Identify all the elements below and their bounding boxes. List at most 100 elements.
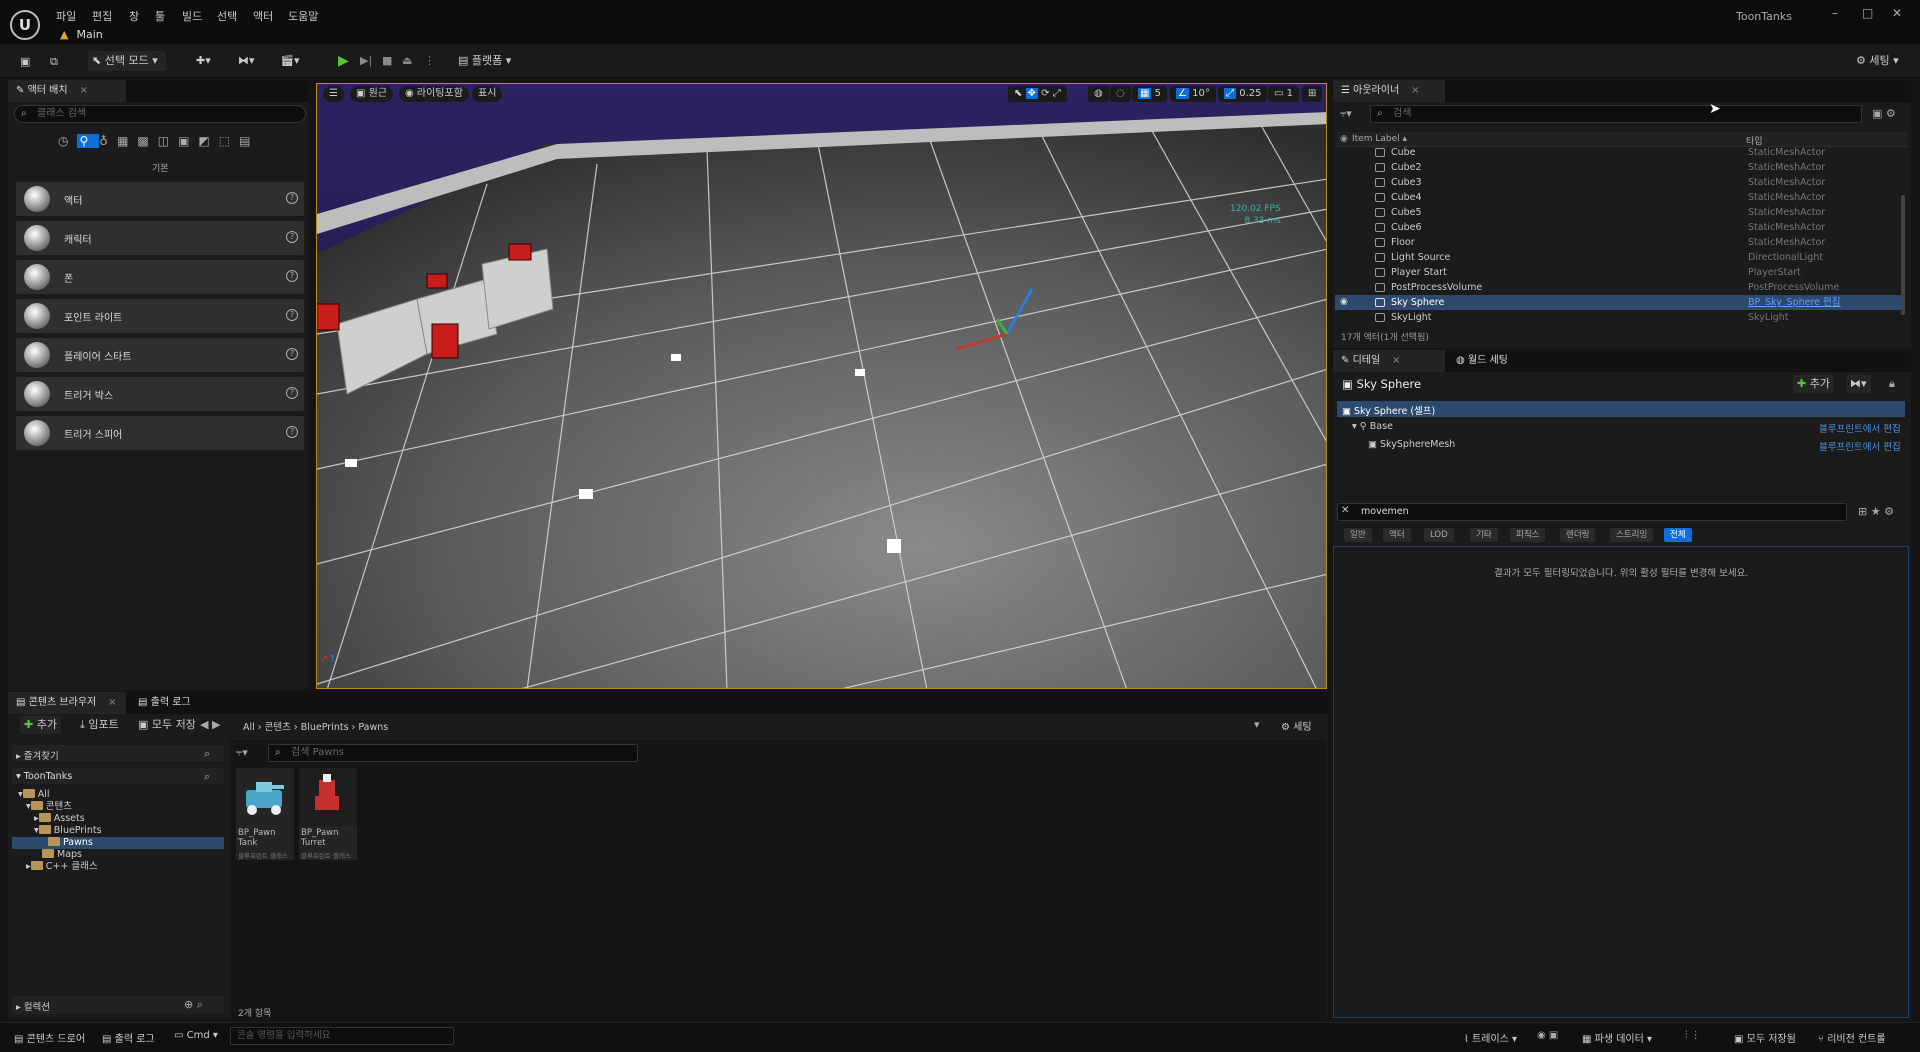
filter-all[interactable]: 전체	[1664, 528, 1692, 542]
details-view-options[interactable]: ⊞ ★ ⚙	[1858, 505, 1894, 518]
add-component-button[interactable]: ✚ 추가	[1793, 375, 1834, 393]
place-item-pawn[interactable]: 폰?	[16, 260, 304, 294]
tree-item-assets[interactable]: ▸ Assets	[34, 813, 85, 825]
edit-in-blueprint-link[interactable]: 블루프린트에서 편집	[1819, 421, 1901, 435]
search-icon[interactable]: ⌕	[204, 747, 210, 761]
class-search-input[interactable]: ⌕ 클래스 검색	[14, 105, 306, 123]
add-folder-icon[interactable]: ▣ ⚙	[1872, 107, 1896, 120]
all-saved-button[interactable]: ▣ 모두 저장됨	[1734, 1030, 1796, 1045]
step-icon[interactable]: ▶|	[356, 51, 376, 71]
filter-rendering[interactable]: 렌더링	[1560, 528, 1596, 542]
tree-item-all[interactable]: ▾ All	[18, 789, 50, 801]
outliner-row[interactable]: PostProcessVolume PostProcessVolume	[1335, 280, 1901, 295]
play-options-icon[interactable]: ⋮	[420, 51, 439, 71]
search-icon[interactable]: ⌕	[204, 770, 210, 784]
visibility-icon[interactable]: ◉	[1340, 295, 1348, 310]
cb-settings-button[interactable]: ⚙ 세팅	[1281, 718, 1312, 733]
project-label[interactable]: ▾ ToonTanks	[16, 771, 72, 782]
help-icon[interactable]: ?	[286, 426, 298, 438]
menu-window[interactable]: 창	[129, 8, 139, 24]
outliner-row[interactable]: Cube StaticMeshActor	[1335, 145, 1901, 160]
add-actor-icon[interactable]: ✚▾	[192, 51, 215, 71]
help-icon[interactable]: ?	[286, 348, 298, 360]
save-all-button[interactable]: ▣ 모두 저장	[134, 716, 200, 734]
lock-icon[interactable]: 🔒︎	[1889, 377, 1895, 391]
breadcrumb-content[interactable]: 콘텐츠	[265, 722, 291, 733]
transform-tools[interactable]: ⬉ ✥ ⟳ ⤢	[1008, 86, 1067, 102]
edit-blueprint-link[interactable]: BP_Sky_Sphere 편집	[1748, 295, 1841, 310]
filter-icon[interactable]: ⫧▾	[1340, 107, 1352, 121]
tab-place-actors[interactable]: ✎ 액터 배치 ×	[8, 80, 126, 102]
camera-speed[interactable]: ▭ 1	[1268, 86, 1300, 102]
content-drawer-button[interactable]: ▤ 콘텐츠 드로어	[14, 1030, 85, 1045]
help-icon[interactable]: ?	[286, 309, 298, 321]
root-component[interactable]: ▣ Sky Sphere (셀프)	[1342, 403, 1435, 417]
filter-general[interactable]: 일반	[1344, 528, 1372, 542]
component-sky-sphere-mesh[interactable]: ▣ SkySphereMesh	[1368, 439, 1455, 450]
history-nav-icons[interactable]: ◀ ▶	[200, 718, 220, 731]
output-log-button[interactable]: ▤ 출력 로그	[102, 1030, 155, 1045]
revision-control-button[interactable]: ⑂ 리비전 컨트롤	[1818, 1030, 1886, 1045]
tab-content-browser[interactable]: ▤ 콘텐츠 브라우저 ×	[8, 692, 126, 714]
outliner-search-input[interactable]: ⌕ 검색	[1370, 105, 1862, 123]
derived-data-button[interactable]: ▦ 파생 데이터 ▾	[1582, 1030, 1652, 1045]
cinematics-icon[interactable]: 🎬︎▾	[276, 51, 304, 71]
help-icon[interactable]: ?	[286, 387, 298, 399]
breadcrumb-blueprints[interactable]: BluePrints	[301, 722, 349, 733]
outliner-row[interactable]: Player Start PlayerStart	[1335, 265, 1901, 280]
blueprint-icon[interactable]: ⧓▾	[234, 51, 259, 71]
source-control-icons[interactable]: ⫶ ⋮	[1685, 1030, 1701, 1041]
play-icon[interactable]: ▶	[334, 51, 353, 71]
menu-tools[interactable]: 툴	[155, 8, 165, 24]
filter-streaming[interactable]: 스트리밍	[1610, 528, 1654, 542]
tab-world-settings[interactable]: ◍ 월드 세팅	[1448, 350, 1516, 372]
outliner-row[interactable]: Cube2 StaticMeshActor	[1335, 160, 1901, 175]
category-icons[interactable]: ◷ ⚲ ♁▦▩◫▣◩⬚▤	[58, 134, 259, 148]
tree-item-cpp-classes[interactable]: ▸ C++ 클래스	[26, 861, 98, 873]
asset-tile-bp-pawn-tank[interactable]: BP_Pawn Tank 블루프린트 클래스	[236, 768, 294, 860]
menu-actor[interactable]: 액터	[253, 8, 273, 24]
place-item-trigger-box[interactable]: 트리거 박스?	[16, 377, 304, 411]
collections-label[interactable]: ▸ 컬렉션	[16, 999, 50, 1013]
outliner-row[interactable]: Cube6 StaticMeshActor	[1335, 220, 1901, 235]
platforms-dropdown[interactable]: ▤ 플랫폼 ▾	[454, 51, 515, 71]
add-button[interactable]: ✚ 추가	[20, 716, 61, 734]
close-tab-icon[interactable]: ×	[1411, 85, 1419, 96]
menu-select[interactable]: 선택	[217, 8, 237, 24]
map-tab[interactable]: ▲ Main	[60, 28, 103, 41]
browse-icon[interactable]: ⧉	[46, 52, 62, 72]
tree-item-maps[interactable]: Maps	[42, 849, 82, 861]
tree-item-content[interactable]: ▾ 콘텐츠	[26, 801, 72, 813]
menu-edit[interactable]: 편집	[92, 8, 112, 24]
asset-tile-bp-pawn-turret[interactable]: BP_Pawn Turret 블루프린트 클래스	[299, 768, 357, 860]
viewport-layout-icon[interactable]: ⊞	[1302, 86, 1323, 102]
outliner-row[interactable]: Cube3 StaticMeshActor	[1335, 175, 1901, 190]
path-dropdown-icon[interactable]: ▾	[1254, 718, 1260, 731]
close-tab-icon[interactable]: ×	[108, 697, 116, 708]
menu-file[interactable]: 파일	[56, 8, 76, 24]
help-icon[interactable]: ?	[286, 231, 298, 243]
outliner-row[interactable]: SkyLight SkyLight	[1335, 310, 1901, 325]
world-space-icon[interactable]: ◍	[1088, 86, 1109, 102]
tab-output-log[interactable]: ▤ 출력 로그	[130, 692, 199, 714]
close-tab-icon[interactable]: ×	[1392, 355, 1400, 366]
grid-snap[interactable]: ▦ 5	[1132, 86, 1168, 102]
show-button[interactable]: 표시	[472, 86, 503, 102]
record-icons[interactable]: ◉ ▣	[1537, 1030, 1558, 1041]
outliner-row[interactable]: Light Source DirectionalLight	[1335, 250, 1901, 265]
viewport-menu-button[interactable]: ☰	[323, 86, 344, 102]
place-item-actor[interactable]: 액터?	[16, 182, 304, 216]
edit-in-blueprint-link[interactable]: 블루프린트에서 편집	[1819, 439, 1901, 453]
perspective-button[interactable]: ▣ 원근	[350, 86, 394, 102]
scale-snap[interactable]: ⤢ 0.25	[1218, 86, 1268, 102]
tab-details[interactable]: ✎ 디테일 ×	[1333, 350, 1445, 372]
filter-lod[interactable]: LOD	[1424, 528, 1454, 542]
surface-snap-icon[interactable]: ◌	[1110, 86, 1131, 102]
move-icon[interactable]: ✥	[1025, 88, 1038, 99]
settings-button[interactable]: ⚙ 세팅 ▾	[1852, 51, 1903, 71]
level-viewport[interactable]	[316, 83, 1327, 689]
close-tab-icon[interactable]: ×	[80, 85, 88, 96]
outliner-row-selected[interactable]: ◉ Sky Sphere BP_Sky_Sphere 편집	[1335, 295, 1901, 310]
tree-item-pawns[interactable]: Pawns	[48, 837, 93, 849]
help-icon[interactable]: ?	[286, 270, 298, 282]
